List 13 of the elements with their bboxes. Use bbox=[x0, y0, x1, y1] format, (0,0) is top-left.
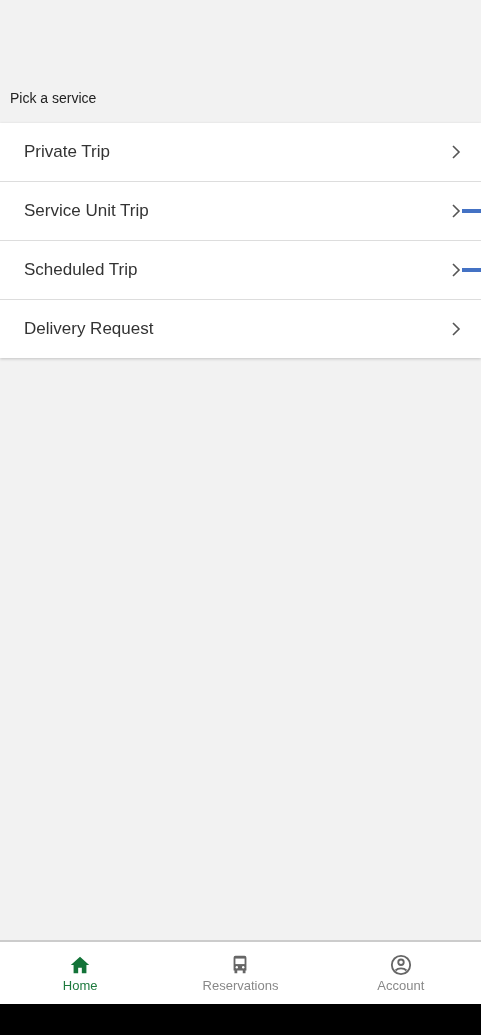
account-icon bbox=[389, 953, 412, 976]
nav-tab[interactable]: Reservations bbox=[160, 942, 321, 1004]
chevron-icon bbox=[451, 263, 461, 277]
service-item[interactable]: Scheduled Trip bbox=[0, 241, 481, 300]
chevron-icon bbox=[451, 145, 461, 159]
service-item[interactable]: Service Unit Trip bbox=[0, 182, 481, 241]
chevron-icon bbox=[451, 204, 461, 218]
chevron-icon bbox=[451, 322, 461, 336]
nav-tab[interactable]: Home bbox=[0, 942, 161, 1004]
nav-tab[interactable]: Account bbox=[320, 942, 481, 1004]
service-item[interactable]: Private Trip bbox=[0, 123, 481, 182]
section-title: Pick a service bbox=[10, 90, 97, 106]
service-item[interactable]: Delivery Request bbox=[0, 300, 481, 358]
